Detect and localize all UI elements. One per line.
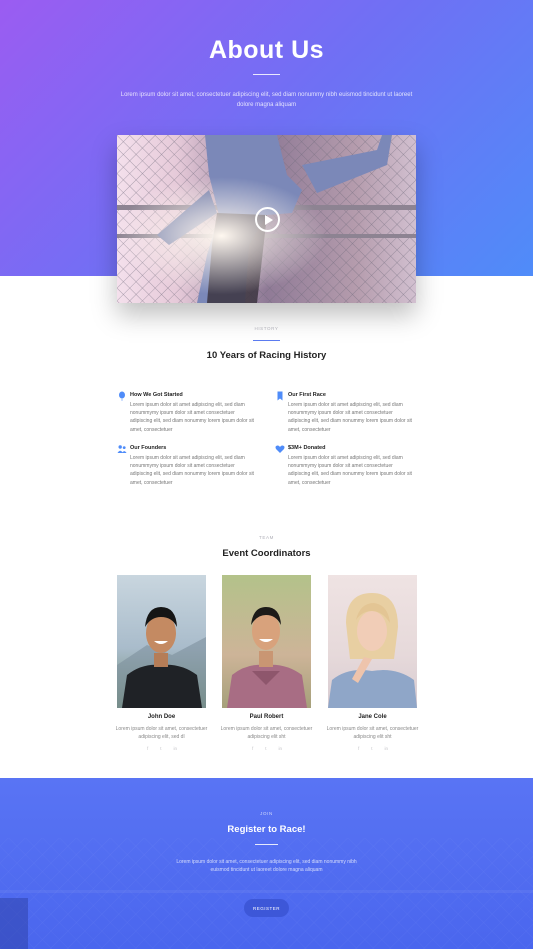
member-name: John Doe <box>147 714 176 720</box>
member-bio: Lorem ipsum dolor sit amet, consectetuer… <box>326 726 419 740</box>
social-links: f t in <box>358 746 388 751</box>
social-links: f t in <box>147 746 177 751</box>
people-icon <box>117 445 127 453</box>
linkedin-icon[interactable]: in <box>384 746 388 751</box>
avatar <box>222 575 311 708</box>
twitter-icon[interactable]: t <box>371 746 372 751</box>
play-icon[interactable] <box>255 207 280 232</box>
cta-description: Lorem ipsum dolor sit amet, consectetuer… <box>176 859 357 873</box>
twitter-icon[interactable]: t <box>265 746 266 751</box>
history-kicker: HISTORY <box>254 326 279 331</box>
member-bio: Lorem ipsum dolor sit amet, consectetuer… <box>115 726 208 740</box>
feature-text: Lorem ipsum dolor sit amet adipiscing el… <box>288 402 412 433</box>
facebook-icon[interactable]: f <box>252 746 253 751</box>
register-button[interactable]: REGISTER <box>244 899 289 917</box>
linkedin-icon[interactable]: in <box>278 746 282 751</box>
page-title: About Us <box>208 36 325 64</box>
facebook-icon[interactable]: f <box>358 746 359 751</box>
feature-title: $3M+ Donated <box>288 445 326 451</box>
register-section: JOIN Register to Race! Lorem ipsum dolor… <box>0 778 533 949</box>
heart-icon <box>275 445 285 453</box>
hero-description: Lorem ipsum dolor sit amet, consectetuer… <box>120 92 413 108</box>
feature-text: Lorem ipsum dolor sit amet adipiscing el… <box>130 402 254 433</box>
team-kicker: TEAM <box>259 535 274 540</box>
linkedin-icon[interactable]: in <box>173 746 177 751</box>
cta-divider <box>255 844 278 845</box>
balloon-icon <box>119 391 125 401</box>
feature-title: Our Founders <box>130 445 167 451</box>
twitter-icon[interactable]: t <box>160 746 161 751</box>
cta-kicker: JOIN <box>260 811 273 816</box>
title-divider <box>253 74 280 75</box>
cta-title: Register to Race! <box>227 824 306 835</box>
facebook-icon[interactable]: f <box>147 746 148 751</box>
team-title: Event Coordinators <box>222 548 311 559</box>
social-links: f t in <box>252 746 282 751</box>
history-title: 10 Years of Racing History <box>206 350 327 361</box>
feature-title: How We Got Started <box>130 392 183 398</box>
feature-text: Lorem ipsum dolor sit amet adipiscing el… <box>288 455 412 486</box>
avatar <box>117 575 206 708</box>
member-name: Paul Robert <box>249 714 284 720</box>
member-bio: Lorem ipsum dolor sit amet, consectetuer… <box>220 726 313 740</box>
avatar <box>328 575 417 708</box>
history-divider <box>253 340 280 341</box>
member-name: Jane Cole <box>358 714 387 720</box>
feature-title: Our First Race <box>288 392 326 398</box>
ribbon-icon <box>277 391 283 401</box>
feature-text: Lorem ipsum dolor sit amet adipiscing el… <box>130 455 254 486</box>
